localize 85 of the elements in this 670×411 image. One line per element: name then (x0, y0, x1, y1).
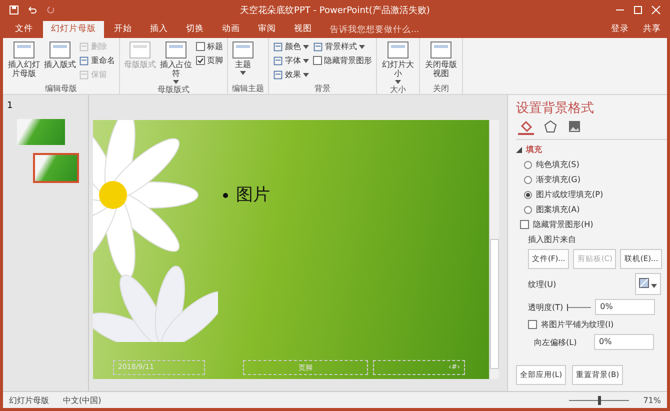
ribbon-button[interactable]: 插入版式 (44, 40, 76, 83)
input-field[interactable]: 0% (594, 334, 654, 350)
ribbon-tab[interactable]: 审阅 (250, 21, 284, 38)
ribbon-button[interactable]: 字体 (273, 54, 309, 67)
checkbox[interactable] (520, 220, 529, 229)
ribbon-button[interactable]: 颜色 (273, 40, 309, 53)
ribbon-button[interactable]: 背景样式 (313, 40, 372, 53)
zoom-level[interactable]: 71% (643, 396, 661, 404)
checkbox-label: 标题 (207, 41, 223, 52)
checkbox-label: 隐藏背景图形(H) (533, 219, 594, 230)
language-label[interactable]: 中文(中国) (63, 394, 556, 406)
save-icon[interactable] (9, 5, 19, 15)
ribbon-tab[interactable]: 插入 (142, 21, 176, 38)
checkbox-label: 将图片平铺为纹理(I) (541, 319, 614, 330)
ribbon-button[interactable]: 主题 (232, 40, 254, 83)
radio-button[interactable] (524, 176, 532, 184)
undo-icon[interactable] (27, 5, 37, 15)
close-icon[interactable] (651, 5, 661, 15)
ribbon-button[interactable]: 效果 (273, 68, 309, 81)
radio-label: 纯色填充(S) (536, 159, 580, 170)
ribbon-button[interactable]: 重命名 (79, 54, 115, 67)
share-button[interactable]: 共享 (637, 21, 667, 38)
expand-triangle-icon[interactable] (516, 146, 522, 152)
texture-dropdown[interactable] (634, 273, 661, 295)
tell-me-field[interactable]: 告诉我您想要做什么... (330, 21, 603, 38)
ribbon-button[interactable]: 插入幻灯片母版 (7, 40, 41, 83)
checkbox[interactable] (196, 56, 205, 65)
pane-title: 设置背景格式 (516, 100, 594, 117)
scrollbar-thumb[interactable] (490, 239, 499, 369)
pane-tab[interactable] (518, 119, 534, 135)
small-tool-icon (79, 42, 89, 52)
radio-button[interactable] (524, 206, 532, 214)
ribbon-tab[interactable]: 开始 (106, 21, 140, 38)
radio-label: 渐变填充(G) (536, 174, 580, 185)
group-label: 关闭 (432, 83, 450, 94)
slide-number: 1 (7, 101, 14, 111)
field-label: 向左偏移(L) (534, 336, 578, 348)
bullet-text: 图片 (223, 183, 270, 206)
checkbox-label: 页脚 (207, 55, 223, 66)
field-label: 插入图片来自 (528, 234, 576, 245)
radio-button[interactable] (524, 190, 532, 198)
small-tool-icon (273, 70, 283, 80)
ribbon-button[interactable]: 幻灯片大小 (381, 40, 415, 84)
ribbon-tab[interactable]: 文件 (7, 21, 41, 38)
field-label: 透明度(T) (528, 302, 564, 312)
radio-button[interactable] (524, 160, 532, 168)
group-label: 编辑母版 (44, 83, 78, 94)
ribbon-button[interactable]: 关闭母版视图 (424, 40, 458, 83)
radio-label: 图案填充(A) (536, 204, 580, 215)
paint-bucket-icon (520, 120, 532, 132)
radio-label: 图片或纹理填充(P) (536, 189, 604, 200)
input-field[interactable]: 0% (595, 299, 656, 315)
small-tool-icon (273, 56, 283, 66)
slide-thumbnail[interactable] (33, 153, 79, 183)
group-label: 大小 (389, 84, 407, 95)
view-label: 幻灯片母版 (9, 394, 49, 406)
login-link[interactable]: 登录 (605, 21, 635, 38)
ribbon-tab[interactable]: 幻灯片母版 (43, 21, 104, 38)
field-label: 纹理(U) (528, 278, 556, 290)
window-title: 天空花朵底纹PPT - PowerPoint(产品激活失败) (239, 4, 431, 16)
group-label: 母版版式 (156, 84, 190, 95)
small-tool-icon (273, 42, 283, 52)
ribbon-tab[interactable]: 动画 (214, 21, 248, 38)
ribbon-tab[interactable]: 视图 (286, 21, 320, 38)
image-icon (568, 120, 580, 132)
pane-tab[interactable] (542, 119, 558, 135)
caret-icon (651, 284, 657, 288)
group-label: 编辑主题 (232, 83, 264, 94)
checkbox[interactable] (313, 56, 322, 65)
ribbon-tab[interactable]: 切换 (178, 21, 212, 38)
pentagon-icon (544, 120, 556, 132)
small-tool-icon (79, 70, 89, 80)
pane-tab[interactable] (566, 119, 582, 135)
section-label: 填充 (526, 144, 542, 155)
checkbox-label: 隐藏背景图形 (324, 55, 372, 66)
small-tool-icon (313, 42, 323, 52)
zoom-thumb[interactable] (598, 396, 601, 404)
maximize-icon[interactable] (633, 5, 643, 15)
group-label: 背景 (314, 83, 332, 94)
checkbox[interactable] (196, 42, 205, 51)
ribbon-button[interactable]: 插入占位符 (159, 40, 193, 84)
small-tool-icon (79, 56, 89, 66)
checkbox[interactable] (528, 320, 537, 329)
checkmark-icon (197, 57, 204, 64)
texture-icon (638, 278, 649, 288)
